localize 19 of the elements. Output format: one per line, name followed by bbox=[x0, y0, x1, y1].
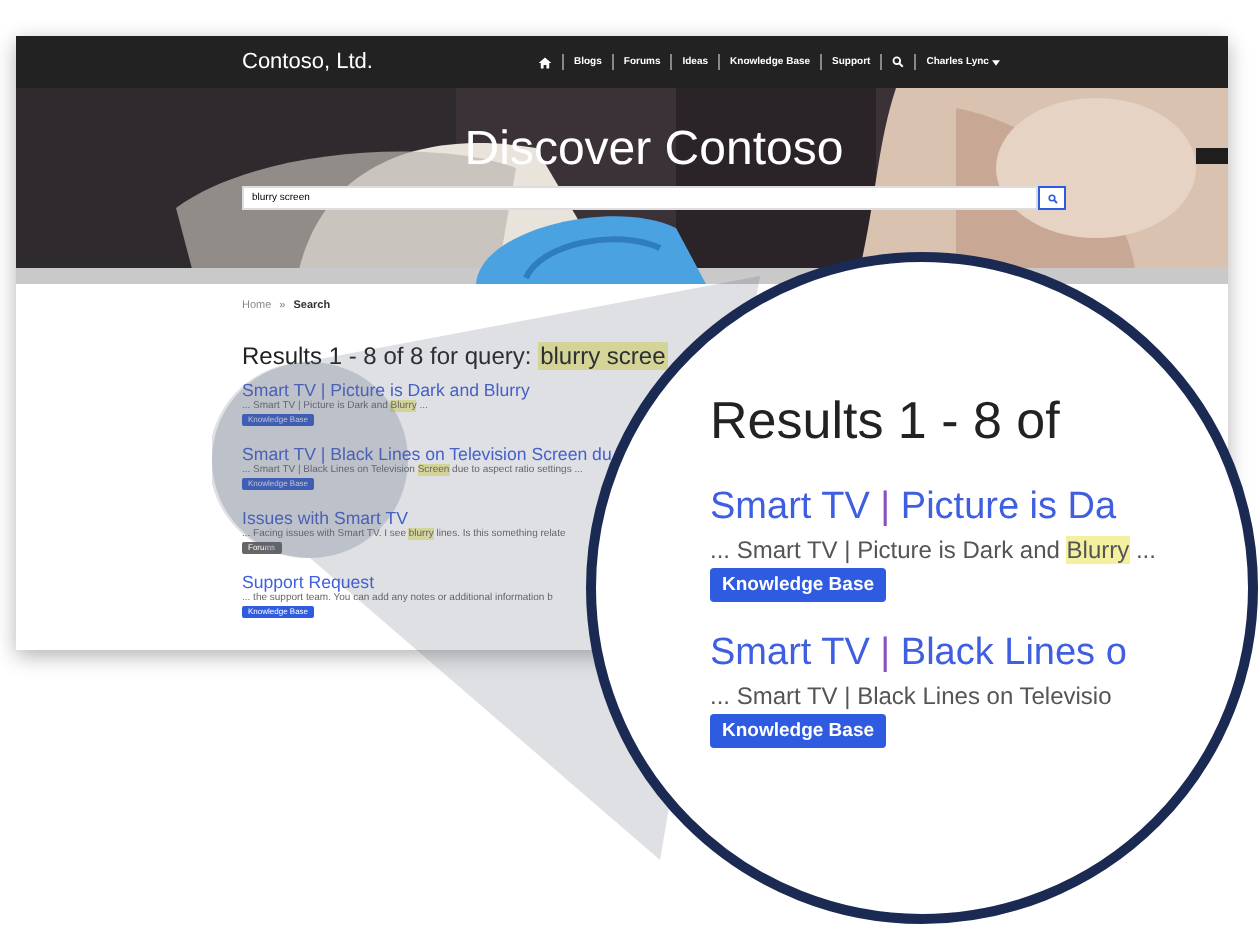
category-tag[interactable]: Knowledge Base bbox=[710, 568, 887, 602]
result-title-link[interactable]: Smart TV | Black Lines o bbox=[710, 630, 1127, 678]
result-title-link[interactable]: Smart TV | Black Lines on Television Screen du bbox=[242, 444, 612, 464]
query-highlight: blurry scree bbox=[538, 342, 668, 370]
result-snippet: ... Smart TV | Black Lines on Televisio bbox=[710, 680, 1112, 714]
result-title-link[interactable]: Support Request bbox=[242, 572, 375, 592]
search-icon[interactable] bbox=[892, 56, 905, 68]
brand-name: Contoso, Ltd. bbox=[242, 50, 375, 74]
results-summary: Results 1 - 8 of 8 for query: bbox=[242, 342, 532, 370]
result-title-link[interactable]: Issues with Smart TV bbox=[242, 508, 408, 528]
result-title-link[interactable]: Smart TV | Picture is Da bbox=[710, 484, 1117, 532]
result-title-link[interactable]: Smart TV | Picture is Dark and Blurry bbox=[242, 380, 530, 400]
results-summary: Results 1 - 8 of bbox=[710, 390, 1062, 452]
search-button[interactable] bbox=[1038, 186, 1066, 210]
caret-icon bbox=[992, 59, 1001, 65]
search-icon bbox=[1047, 193, 1057, 203]
home-icon[interactable] bbox=[538, 55, 552, 69]
category-tag[interactable]: Knowledge Base bbox=[710, 714, 887, 748]
result-snippet: ... Smart TV | Picture is Dark and Blurry ... bbox=[710, 534, 1156, 568]
